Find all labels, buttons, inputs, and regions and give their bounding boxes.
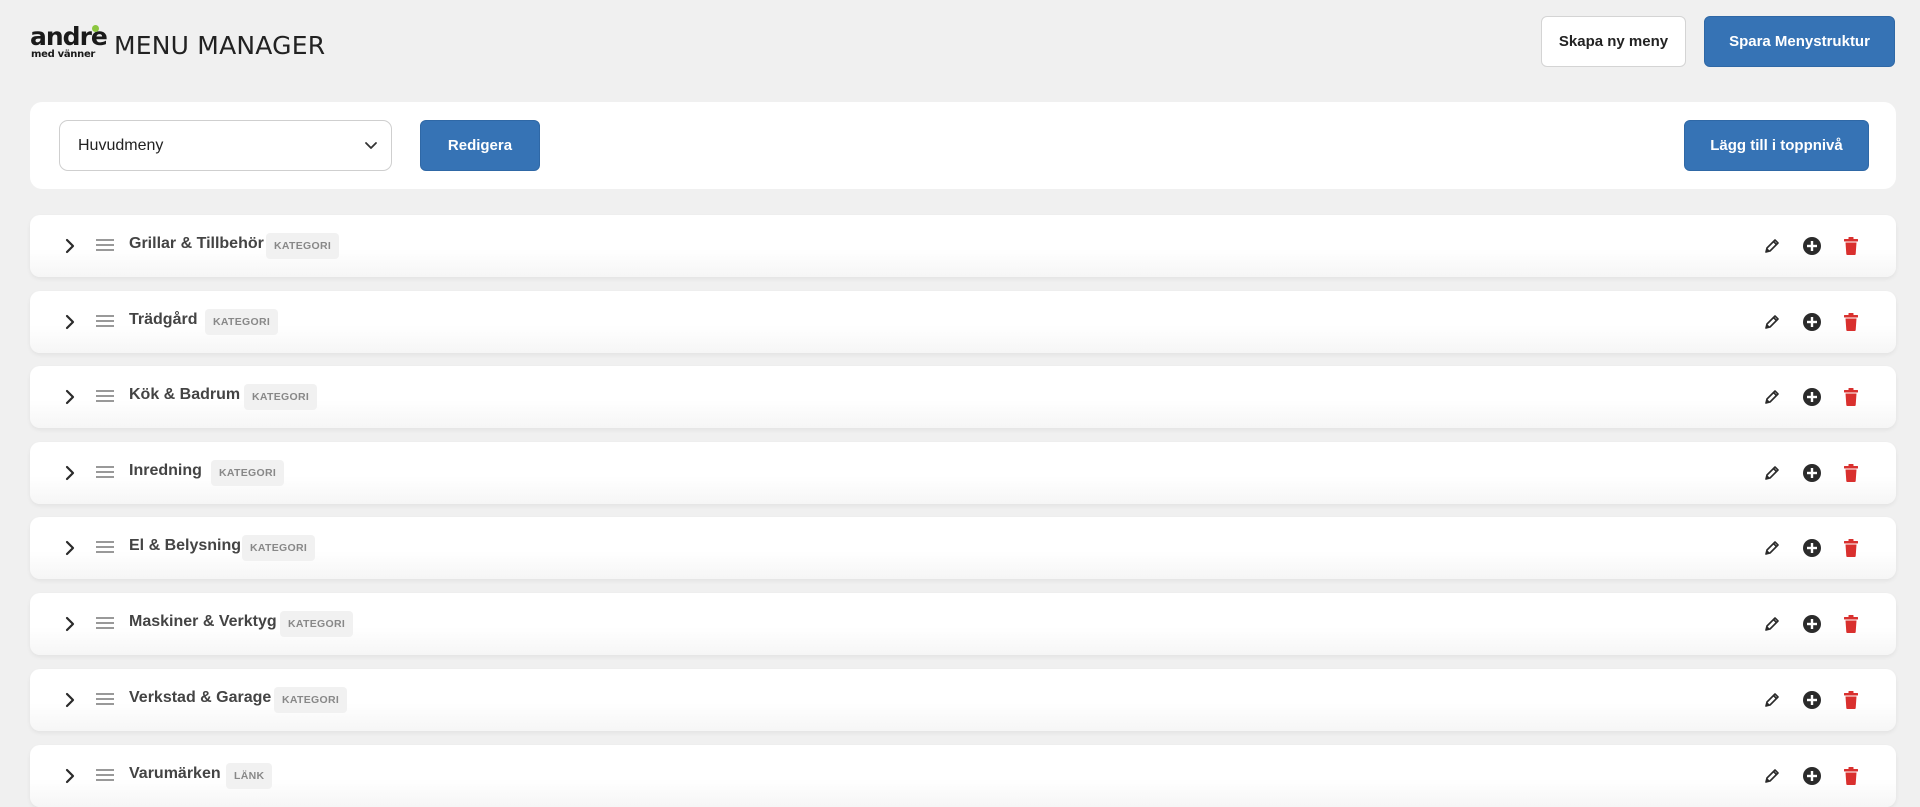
plus-circle-icon[interactable] (1801, 537, 1823, 559)
chevron-down-icon (363, 137, 379, 153)
trash-icon[interactable] (1840, 462, 1862, 484)
menu-item-label: El & Belysning (129, 537, 242, 554)
menu-item-type-badge: KATEGORI (205, 309, 279, 335)
menu-item-row[interactable]: Varumärken LÄNK (30, 745, 1896, 807)
chevron-right-icon[interactable] (60, 690, 80, 710)
pencil-icon[interactable] (1761, 689, 1783, 711)
menu-item-row[interactable]: Verkstad & Garage KATEGORI (30, 669, 1896, 731)
menu-item-type-badge: KATEGORI (211, 460, 285, 486)
menu-item-label: Varumärken (129, 765, 221, 782)
create-menu-button[interactable]: Skapa ny meny (1541, 16, 1686, 67)
menu-item-row[interactable]: Grillar & Tillbehör KATEGORI (30, 215, 1896, 277)
menu-toolbar: Huvudmeny Redigera Lägg till i toppnivå (30, 102, 1896, 189)
plus-circle-icon[interactable] (1801, 462, 1823, 484)
chevron-right-icon[interactable] (60, 538, 80, 558)
menu-item-type-badge: LÄNK (226, 763, 273, 789)
menu-item-row[interactable]: Maskiner & Verktyg KATEGORI (30, 593, 1896, 655)
menu-select[interactable]: Huvudmeny (59, 120, 392, 171)
pencil-icon[interactable] (1761, 537, 1783, 559)
menu-item-label: Trädgård (129, 311, 198, 328)
plus-circle-icon[interactable] (1801, 311, 1823, 333)
plus-circle-icon[interactable] (1801, 613, 1823, 635)
menu-item-type-badge: KATEGORI (274, 687, 348, 713)
pencil-icon[interactable] (1761, 235, 1783, 257)
drag-handle-icon[interactable] (96, 692, 114, 706)
menu-item-type-badge: KATEGORI (244, 384, 318, 410)
chevron-right-icon[interactable] (60, 614, 80, 634)
pencil-icon[interactable] (1761, 613, 1783, 635)
pencil-icon[interactable] (1761, 311, 1783, 333)
menu-item-type-badge: KATEGORI (242, 535, 316, 561)
menu-item-label: Grillar & Tillbehör (129, 235, 264, 252)
drag-handle-icon[interactable] (96, 314, 114, 328)
menu-item-label: Kök & Badrum (129, 386, 241, 403)
drag-handle-icon[interactable] (96, 465, 114, 479)
pencil-icon[interactable] (1761, 462, 1783, 484)
andre-logo[interactable]: andre med vänner (30, 24, 108, 62)
save-structure-button[interactable]: Spara Menystruktur (1704, 16, 1895, 67)
app-header: andre med vänner MENU MANAGER Skapa ny m… (0, 0, 1920, 96)
menu-item-row[interactable]: El & Belysning KATEGORI (30, 517, 1896, 579)
logo-tagline: med vänner (31, 49, 96, 60)
menu-item-label: Inredning (129, 462, 202, 479)
chevron-right-icon[interactable] (60, 463, 80, 483)
pencil-icon[interactable] (1761, 386, 1783, 408)
chevron-right-icon[interactable] (60, 766, 80, 786)
menu-item-row[interactable]: Trädgård KATEGORI (30, 291, 1896, 353)
trash-icon[interactable] (1840, 235, 1862, 257)
drag-handle-icon[interactable] (96, 768, 114, 782)
pencil-icon[interactable] (1761, 765, 1783, 787)
plus-circle-icon[interactable] (1801, 689, 1823, 711)
drag-handle-icon[interactable] (96, 540, 114, 554)
menu-item-type-badge: KATEGORI (280, 611, 354, 637)
logo-dot (92, 25, 99, 32)
trash-icon[interactable] (1840, 765, 1862, 787)
plus-circle-icon[interactable] (1801, 386, 1823, 408)
trash-icon[interactable] (1840, 613, 1862, 635)
plus-circle-icon[interactable] (1801, 765, 1823, 787)
menu-item-type-badge: KATEGORI (266, 233, 340, 259)
chevron-right-icon[interactable] (60, 312, 80, 332)
trash-icon[interactable] (1840, 386, 1862, 408)
trash-icon[interactable] (1840, 689, 1862, 711)
trash-icon[interactable] (1840, 537, 1862, 559)
menu-select-value: Huvudmeny (78, 136, 164, 154)
chevron-right-icon[interactable] (60, 387, 80, 407)
drag-handle-icon[interactable] (96, 389, 114, 403)
trash-icon[interactable] (1840, 311, 1862, 333)
chevron-right-icon[interactable] (60, 236, 80, 256)
plus-circle-icon[interactable] (1801, 235, 1823, 257)
menu-item-label: Verkstad & Garage (129, 689, 272, 706)
drag-handle-icon[interactable] (96, 616, 114, 630)
add-top-level-button[interactable]: Lägg till i toppnivå (1684, 120, 1869, 171)
menu-item-row[interactable]: Inredning KATEGORI (30, 442, 1896, 504)
menu-item-row[interactable]: Kök & Badrum KATEGORI (30, 366, 1896, 428)
edit-menu-button[interactable]: Redigera (420, 120, 540, 171)
menu-item-label: Maskiner & Verktyg (129, 613, 277, 630)
page-title: MENU MANAGER (114, 31, 326, 60)
drag-handle-icon[interactable] (96, 238, 114, 252)
